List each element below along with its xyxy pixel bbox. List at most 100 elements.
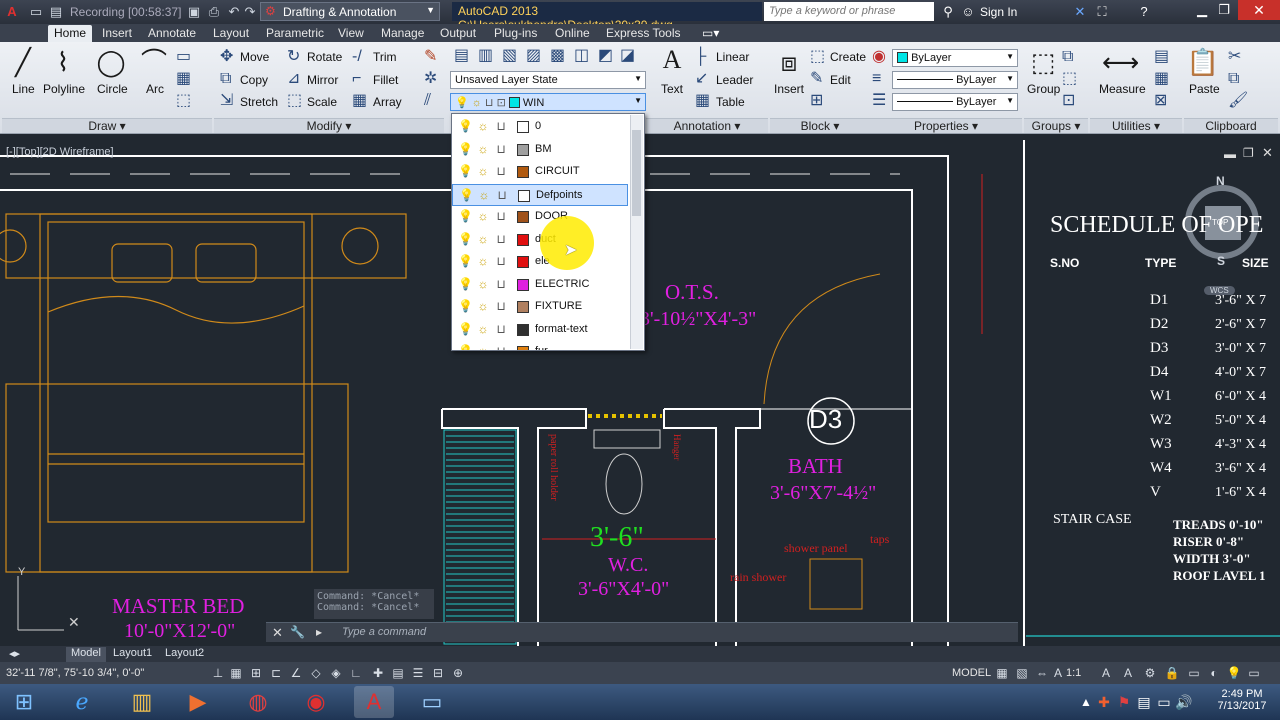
toolbar-lock-icon[interactable]: 🔒 [1164, 665, 1180, 681]
explode-icon[interactable]: ✲ [424, 70, 437, 88]
sc-icon[interactable]: ⊕ [450, 665, 466, 681]
layer-color-swatch[interactable] [517, 278, 529, 291]
layout-nav-icon[interactable]: ◂▸ [4, 647, 25, 662]
color-select[interactable]: ByLayer ▼ [892, 49, 1018, 67]
hardware-accel-icon[interactable]: ▭ [1186, 665, 1202, 681]
region-icon[interactable]: ⬚ [176, 92, 191, 110]
autoscale-icon[interactable]: A [1098, 665, 1114, 681]
minimize-icon[interactable]: ▁ [1194, 2, 1210, 18]
layer-item[interactable]: 💡 ☼ ⊔ BM [452, 139, 628, 161]
layer-properties-icon[interactable]: ▤ [454, 47, 469, 65]
leader-button[interactable]: Leader [716, 73, 753, 87]
windows-start-icon[interactable]: ⊞ [4, 686, 44, 718]
rectangle-icon[interactable]: ▭ [176, 48, 191, 66]
redo-icon[interactable]: ↷ [242, 4, 258, 20]
tab-layout1[interactable]: Layout1 [108, 647, 157, 662]
viewport-close-icon[interactable]: ✕ [1262, 145, 1273, 161]
quick-view-drawings-icon[interactable]: ▧ [1014, 665, 1030, 681]
stretch-button[interactable]: Stretch [240, 95, 278, 109]
layer-item[interactable]: 💡 ☼ ⊔ ELECTRIC [452, 274, 628, 296]
offset-icon[interactable]: ⫽ [424, 92, 431, 110]
block-panel-title[interactable]: Block ▾ [770, 118, 870, 133]
file-explorer-icon[interactable]: ▥ [122, 686, 162, 718]
layer-color-swatch[interactable] [517, 121, 529, 133]
polyline-button[interactable]: Polyline [43, 82, 85, 96]
current-layer-select[interactable]: 💡 ☼ ⊔ ⊡ WIN ▼ [450, 93, 646, 111]
group-icon[interactable]: ⬚ [1026, 46, 1060, 78]
search-input[interactable]: Type a keyword or phrase [764, 2, 934, 21]
group-edit-icon[interactable]: ⬚ [1062, 70, 1077, 88]
layer-color-swatch[interactable] [517, 233, 529, 246]
layer-color-swatch[interactable] [517, 166, 529, 178]
annotation-scale-icon[interactable]: A [1050, 665, 1066, 681]
snap-icon[interactable]: ▦ [228, 665, 244, 681]
layer-isolate-icon[interactable]: ▥ [478, 47, 493, 65]
layer-color-swatch[interactable] [517, 346, 529, 350]
sun-icon[interactable]: ☼ [476, 142, 490, 156]
lineweight-select[interactable]: ByLayer ▼ [892, 71, 1018, 89]
layer-state-select[interactable]: Unsaved Layer State ▼ [450, 71, 646, 89]
lightbulb-icon[interactable]: 💡 [458, 299, 473, 313]
tab-insert[interactable]: Insert [96, 25, 138, 42]
lightbulb-icon[interactable]: 💡 [458, 277, 473, 291]
annotation-visibility-icon[interactable]: ⇔ [1034, 665, 1050, 681]
array-button[interactable]: Array [373, 95, 402, 109]
arc-button[interactable]: Arc [146, 82, 164, 96]
lightbulb-icon[interactable]: 💡 [458, 322, 473, 336]
id-point-icon[interactable]: ⊠ [1154, 92, 1167, 110]
lightbulb-icon[interactable]: 💡 [459, 188, 474, 202]
sun-icon[interactable]: ☼ [476, 164, 490, 178]
paste-button[interactable]: Paste [1189, 82, 1220, 96]
autocad-logo-icon[interactable]: A [4, 4, 20, 20]
text-icon[interactable]: A [655, 44, 689, 76]
exchange-icon[interactable]: ✕ [1072, 4, 1088, 20]
tray-volume-icon[interactable]: 🔊 [1164, 686, 1204, 718]
copy-button[interactable]: Copy [240, 73, 268, 87]
layer-item[interactable]: 💡 ☼ ⊔ DOOR [452, 206, 628, 228]
tab-manage[interactable]: Manage [375, 25, 430, 42]
erase-icon[interactable]: ✎ [424, 48, 437, 66]
tab-model[interactable]: Model [66, 647, 106, 662]
groups-panel-title[interactable]: Groups ▾ [1024, 118, 1088, 133]
match-properties-icon[interactable]: 🖌 [1228, 92, 1248, 110]
annotation-panel-title[interactable]: Annotation ▾ [646, 118, 768, 133]
binoculars-icon[interactable]: ⚲ [940, 4, 956, 20]
cut-icon[interactable]: ✂ [1228, 48, 1241, 66]
move-button[interactable]: Move [240, 50, 269, 64]
measure-icon[interactable]: ⟷ [1102, 46, 1139, 78]
internet-explorer-icon[interactable]: ℯ [62, 686, 102, 718]
clipboard-panel-title[interactable]: Clipboard [1184, 118, 1278, 133]
mirror-button[interactable]: Mirror [307, 73, 338, 87]
new-file-icon[interactable]: ▭ [28, 4, 44, 20]
clean-screen-icon[interactable]: ▭ [1246, 665, 1262, 681]
unlock-icon[interactable]: ⊔ [494, 209, 508, 223]
layer-color-swatch[interactable] [517, 301, 529, 313]
wrench-icon[interactable]: 🔧 [290, 625, 305, 639]
lightbulb-icon[interactable]: 💡 [458, 164, 473, 178]
layer-color-swatch[interactable] [517, 211, 529, 223]
unlock-icon[interactable]: ⊔ [494, 322, 508, 336]
line-button[interactable]: Line [12, 82, 35, 96]
sun-icon[interactable]: ☼ [476, 254, 490, 268]
layer-color-swatch[interactable] [517, 323, 529, 336]
fillet-button[interactable]: Fillet [373, 73, 398, 87]
layer-color-swatch[interactable] [518, 189, 530, 202]
notepad-icon[interactable]: ▭ [412, 686, 452, 718]
qp-icon[interactable]: ⊟ [430, 665, 446, 681]
sun-icon[interactable]: ☼ [476, 299, 490, 313]
rotate-button[interactable]: Rotate [307, 50, 342, 64]
layer-freeze-icon[interactable]: ▧ [502, 47, 517, 65]
group-select-icon[interactable]: ⊡ [1062, 92, 1075, 110]
modify-panel-title[interactable]: Modify ▾ [214, 118, 444, 133]
more-tabs-icon[interactable]: ▭▾ [696, 25, 725, 42]
annotation-scale-value[interactable]: 1:1 [1066, 667, 1081, 679]
media-player-icon[interactable]: ▶ [178, 686, 218, 718]
3dosnap-icon[interactable]: ◈ [328, 665, 344, 681]
lightbulb-icon[interactable]: 💡 [458, 344, 473, 350]
tab-plug-ins[interactable]: Plug-ins [488, 25, 543, 42]
group-button[interactable]: Group [1027, 82, 1060, 96]
layer-item[interactable]: 💡 ☼ ⊔ fur [452, 341, 628, 350]
tab-output[interactable]: Output [434, 25, 482, 42]
save-icon[interactable]: ▣ [186, 4, 202, 20]
measure-button[interactable]: Measure [1099, 82, 1146, 96]
